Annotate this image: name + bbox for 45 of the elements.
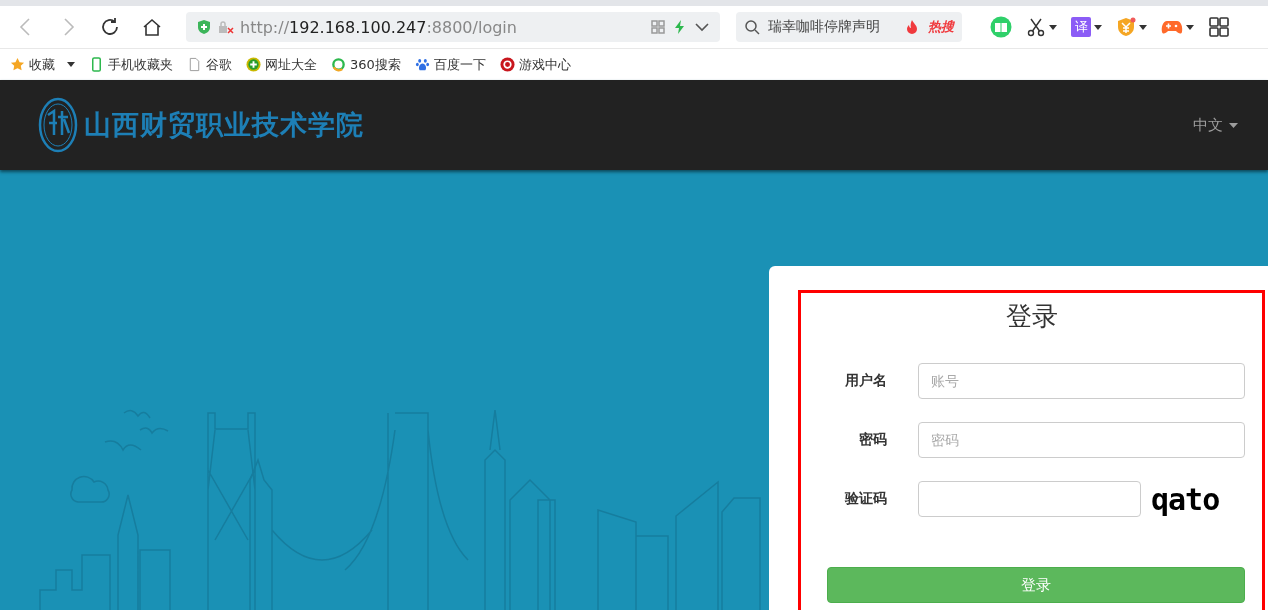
translate-button[interactable]: 译 — [1071, 17, 1091, 37]
ring-icon — [331, 57, 346, 72]
search-query: 瑞幸咖啡停牌声明 — [768, 18, 881, 36]
star-icon — [10, 57, 25, 72]
search-icon — [744, 19, 760, 35]
captcha-field[interactable] — [918, 481, 1141, 517]
captcha-image[interactable]: qato — [1151, 481, 1220, 517]
url-text: http://192.168.100.247:8800/login — [240, 17, 518, 37]
caret-icon[interactable] — [1186, 24, 1194, 30]
bookmark-item[interactable]: 网址大全 — [246, 55, 317, 74]
search-field[interactable]: 瑞幸咖啡停牌声明 热搜 — [736, 12, 962, 42]
flame-icon — [904, 19, 920, 35]
bookmark-item[interactable]: 手机收藏夹 — [89, 55, 173, 74]
bookmark-item[interactable]: 360搜索 — [331, 55, 401, 74]
bookmark-item[interactable]: 收藏 — [10, 55, 75, 74]
caret-icon[interactable] — [1094, 24, 1102, 30]
field-label: 验证码 — [844, 490, 887, 508]
paw-icon — [414, 57, 430, 72]
game-logo-icon — [499, 57, 515, 72]
login-title: 登录 — [1004, 300, 1059, 333]
reload-icon[interactable] — [99, 16, 121, 38]
home-icon[interactable] — [141, 16, 163, 38]
emblem-icon — [38, 97, 78, 153]
bookmark-item[interactable]: 谷歌 — [187, 55, 232, 74]
address-bar[interactable]: http://192.168.100.247:8800/login — [186, 12, 720, 42]
bookmark-item[interactable]: 游戏中心 — [499, 55, 571, 74]
hot-search-label: 热搜 — [928, 18, 954, 36]
language-dropdown[interactable]: 中文 — [1193, 115, 1238, 135]
caret-icon — [1229, 122, 1238, 128]
field-label: 密码 — [858, 431, 887, 449]
grid-icon[interactable] — [1208, 16, 1230, 38]
username-field[interactable]: 账号 — [918, 363, 1245, 399]
bookmark-item[interactable]: 百度一下 — [414, 55, 486, 74]
document-icon — [187, 57, 202, 72]
scissors-icon[interactable] — [1026, 16, 1046, 38]
phone-icon — [89, 57, 104, 72]
plus-icon — [246, 57, 261, 72]
caret-icon — [67, 62, 75, 67]
school-name: 山西财贸职业技术学院 — [84, 108, 364, 142]
shield-icon — [196, 19, 212, 35]
field-label: 用户名 — [844, 372, 887, 390]
password-field[interactable]: 密码 — [918, 422, 1245, 458]
lock-icon — [218, 19, 234, 35]
caret-icon[interactable] — [1049, 24, 1057, 30]
caret-icon[interactable] — [1139, 24, 1147, 30]
